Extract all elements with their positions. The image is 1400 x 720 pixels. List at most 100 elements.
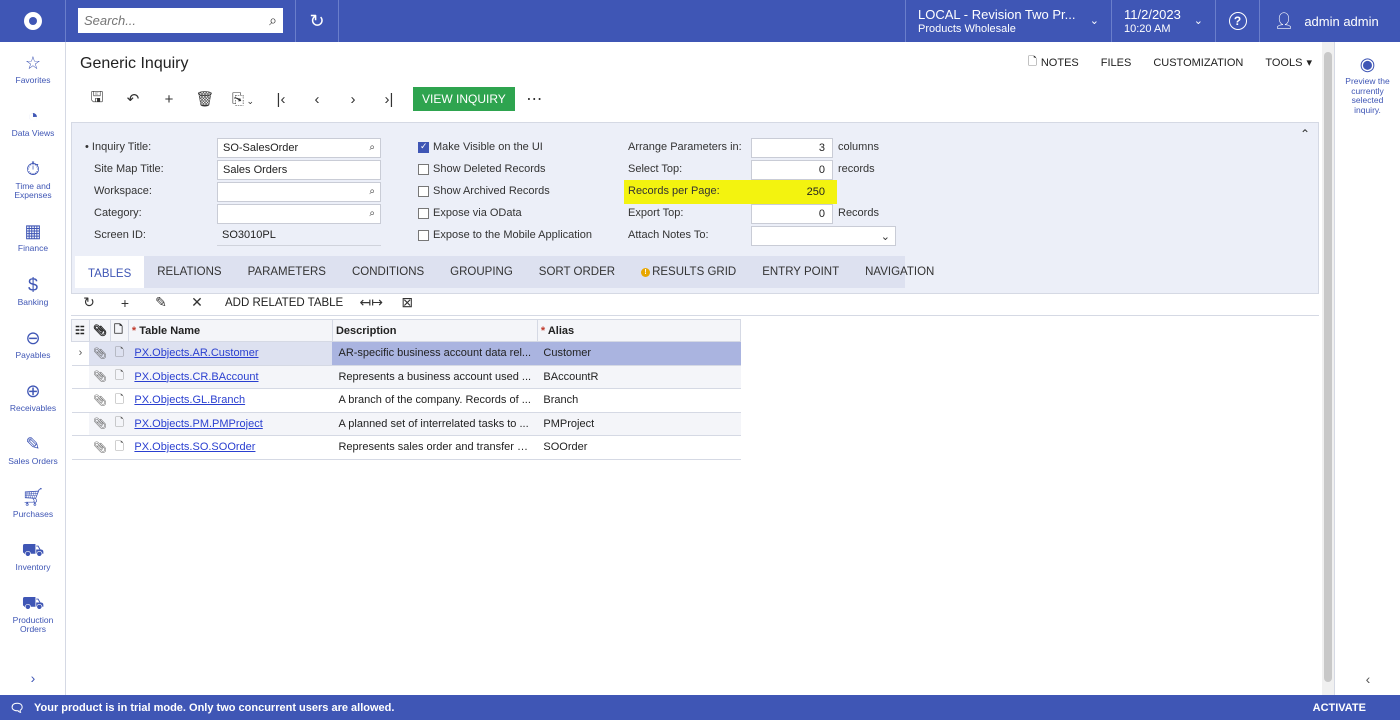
files-button[interactable]: FILES	[1101, 53, 1132, 72]
checkbox[interactable]	[418, 185, 429, 197]
nav-item-receivables[interactable]: ⊕ Receivables	[0, 380, 66, 413]
alias-cell[interactable]: Customer	[537, 341, 741, 366]
add-row-icon[interactable]: +	[107, 295, 143, 311]
delete-icon[interactable]: 🗑︎	[187, 90, 223, 108]
attachment-icon[interactable]: 📎︎	[89, 412, 111, 436]
undo-icon[interactable]: ↶	[115, 90, 151, 108]
alias-cell[interactable]: Branch	[537, 388, 741, 413]
checkbox-checked[interactable]	[418, 141, 429, 153]
table-row[interactable]: 📎︎ 🗋︎ PX.Objects.CR.BAccount Represents …	[71, 365, 741, 389]
tab-results-grid[interactable]: ! RESULTS GRID	[628, 256, 749, 288]
tab-parameters[interactable]: PARAMETERS	[235, 256, 339, 288]
row-selector-header-icon[interactable]: ☷	[71, 319, 90, 342]
search-icon[interactable]: ⌕	[369, 208, 375, 219]
export-top-field[interactable]: 0	[751, 204, 833, 224]
more-icon[interactable]: ⋯	[515, 89, 555, 109]
alias-cell[interactable]: BAccountR	[537, 365, 741, 389]
table-name-link[interactable]: PX.Objects.CR.BAccount	[134, 371, 258, 383]
export-excel-icon[interactable]: ⊠	[389, 294, 425, 311]
search-input[interactable]	[84, 13, 270, 28]
table-row[interactable]: › 📎︎ 🗋︎ PX.Objects.AR.Customer AR-specif…	[71, 341, 741, 366]
attachment-icon[interactable]: 📎︎	[89, 388, 111, 413]
tab-entry-point[interactable]: ENTRY POINT	[749, 256, 852, 288]
tenant-selector[interactable]: LOCAL - Revision Two Pr... Products Whol…	[906, 0, 1112, 42]
attachment-icon[interactable]: 📎︎	[89, 365, 111, 389]
note-header-icon[interactable]: 🗋︎	[109, 319, 129, 342]
table-row[interactable]: 📎︎ 🗋︎ PX.Objects.PM.PMProject A planned …	[71, 412, 741, 436]
scrollbar-thumb[interactable]	[1324, 52, 1332, 682]
activate-button[interactable]: ACTIVATE	[1313, 702, 1366, 714]
nav-item-favorites[interactable]: ☆ Favorites	[0, 52, 66, 85]
table-name-link[interactable]: PX.Objects.AR.Customer	[134, 347, 258, 359]
alias-cell[interactable]: PMProject	[537, 412, 741, 436]
table-name-link[interactable]: PX.Objects.PM.PMProject	[134, 418, 262, 430]
table-name-cell[interactable]: PX.Objects.CR.BAccount	[128, 365, 333, 389]
eye-icon[interactable]: ◉	[1335, 54, 1400, 75]
search-icon[interactable]: ⌕	[369, 186, 375, 197]
fit-columns-icon[interactable]: ↤↦	[353, 294, 389, 311]
description-cell[interactable]: Represents a business account used ...	[332, 365, 538, 389]
show-deleted-checkbox[interactable]: Show Deleted Records	[418, 163, 546, 175]
collapse-panel-icon[interactable]: ‹	[1335, 671, 1400, 687]
search-box[interactable]: ⌕	[78, 8, 283, 33]
attach-notes-select[interactable]: ⌄	[751, 226, 896, 246]
description-cell[interactable]: AR-specific business account data rel...	[332, 341, 538, 366]
table-name-header[interactable]: * Table Name	[127, 319, 333, 342]
user-menu[interactable]: 👤︎ admin admin	[1260, 0, 1400, 42]
help-button[interactable]: ?	[1216, 0, 1260, 42]
note-icon[interactable]: 🗋︎	[110, 365, 129, 389]
category-field[interactable]: ⌕	[217, 204, 381, 224]
notes-button[interactable]: 🗋︎ NOTES	[1028, 53, 1079, 72]
tab-tables[interactable]: TABLES	[75, 256, 145, 288]
tab-conditions[interactable]: CONDITIONS	[339, 256, 437, 288]
workspace-field[interactable]: ⌕	[217, 182, 381, 202]
records-per-page-field[interactable]: 250	[751, 182, 833, 202]
copy-paste-icon[interactable]: ⎘ ⌄	[223, 91, 263, 108]
checkbox[interactable]	[418, 207, 429, 219]
arrange-parameters-field[interactable]: 3	[751, 138, 833, 158]
table-name-cell[interactable]: PX.Objects.SO.SOOrder	[128, 435, 333, 460]
expand-nav-icon[interactable]: ›	[0, 670, 66, 686]
checkbox[interactable]	[418, 229, 429, 241]
table-name-link[interactable]: PX.Objects.SO.SOOrder	[134, 441, 255, 453]
description-cell[interactable]: A branch of the company. Records of ...	[332, 388, 538, 413]
customization-button[interactable]: CUSTOMIZATION	[1153, 53, 1243, 72]
note-icon[interactable]: 🗋︎	[110, 388, 129, 413]
delete-row-icon[interactable]: ✕	[179, 294, 215, 311]
description-cell[interactable]: A planned set of interrelated tasks to .…	[332, 412, 538, 436]
nav-item-data-views[interactable]: ◔ Data Views	[0, 105, 66, 138]
expose-mobile-checkbox[interactable]: Expose to the Mobile Application	[418, 229, 592, 241]
nav-item-sales-orders[interactable]: ✎ Sales Orders	[0, 433, 66, 466]
acumatica-logo[interactable]	[0, 0, 66, 42]
attachment-icon[interactable]: 📎︎	[89, 341, 111, 366]
table-name-cell[interactable]: PX.Objects.PM.PMProject	[128, 412, 333, 436]
table-row[interactable]: 📎︎ 🗋︎ PX.Objects.GL.Branch A branch of t…	[71, 388, 741, 413]
tab-sort-order[interactable]: SORT ORDER	[526, 256, 628, 288]
expose-odata-checkbox[interactable]: Expose via OData	[418, 207, 522, 219]
edit-icon[interactable]: ✎	[143, 294, 179, 311]
table-name-cell[interactable]: PX.Objects.GL.Branch	[128, 388, 333, 413]
make-visible-checkbox[interactable]: Make Visible on the UI	[418, 141, 543, 153]
attachment-header-icon[interactable]: 📎︎	[88, 319, 111, 342]
nav-item-banking[interactable]: $ Banking	[0, 274, 66, 307]
last-record-icon[interactable]: ›|	[371, 91, 407, 108]
save-icon[interactable]: 🖫︎	[79, 87, 115, 112]
next-record-icon[interactable]: ›	[335, 91, 371, 108]
date-selector[interactable]: 11/2/2023 10:20 AM ⌄	[1112, 0, 1216, 42]
description-cell[interactable]: Represents sales order and transfer o...	[332, 435, 538, 460]
alias-cell[interactable]: SOOrder	[537, 435, 741, 460]
vertical-scrollbar[interactable]	[1322, 42, 1334, 695]
nav-item-payables[interactable]: ⊖ Payables	[0, 327, 66, 360]
table-name-link[interactable]: PX.Objects.GL.Branch	[134, 394, 245, 406]
description-header[interactable]: Description	[331, 319, 538, 342]
previous-record-icon[interactable]: ‹	[299, 91, 335, 108]
site-map-title-field[interactable]: Sales Orders	[217, 160, 381, 180]
refresh-icon[interactable]: ↻	[71, 294, 107, 311]
search-icon[interactable]: ⌕	[269, 12, 277, 29]
add-related-table-button[interactable]: ADD RELATED TABLE	[215, 297, 353, 309]
tab-grouping[interactable]: GROUPING	[437, 256, 526, 288]
attachment-icon[interactable]: 📎︎	[89, 435, 111, 460]
alias-header[interactable]: * Alias	[536, 319, 742, 342]
search-icon[interactable]: ⌕	[369, 142, 375, 153]
checkbox[interactable]	[418, 163, 429, 175]
